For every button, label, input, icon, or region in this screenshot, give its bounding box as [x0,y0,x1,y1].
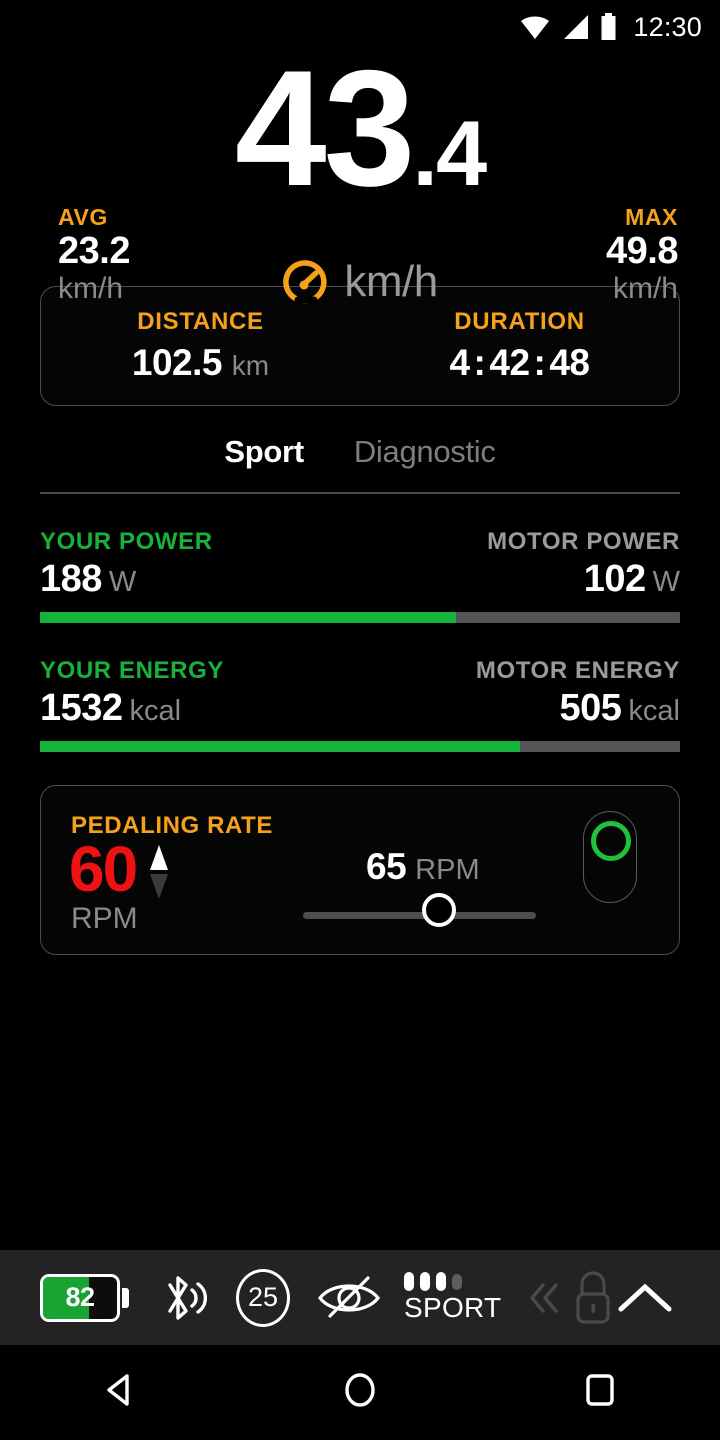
your-power-unit: W [108,565,137,598]
arrow-up-icon [150,844,169,870]
assist-pill-2 [420,1271,430,1291]
pedaling-target-unit: RPM [415,853,480,886]
chevron-up-icon [618,1283,672,1311]
nav-home-button[interactable] [338,1368,382,1417]
android-nav-bar [0,1345,720,1440]
back-triangle-icon [107,1374,129,1406]
speed-unit-label: km/h [344,257,438,306]
assist-level-button[interactable]: SPORT [404,1271,502,1324]
cellular-signal-icon [564,15,589,39]
distance-value: 102.5 [131,342,223,383]
light-off-icon[interactable] [316,1272,382,1324]
battery-status-button[interactable]: 82 [40,1273,129,1322]
duration-minutes: 42 [489,342,530,383]
pedaling-trend-arrows [148,844,170,900]
speed-limit-button[interactable]: 25 [236,1268,290,1327]
duration-separator-2: : [533,342,546,383]
tab-diagnostic[interactable]: Diagnostic [354,434,496,470]
led-ring [591,820,631,861]
led-indicator-icon[interactable] [583,810,637,903]
pedaling-current-value: 60 [69,832,138,905]
your-power-value-group: 188 W [40,558,136,601]
current-speed-integer: 43 [234,36,416,220]
motor-power-value: 102 [583,557,646,600]
distance-label: DISTANCE [137,308,264,335]
speed-limit-value: 25 [247,1282,279,1312]
pedaling-rate-panel: PEDALING RATE 60 RPM 65 RPM [40,784,680,955]
arrow-down-icon [150,873,169,899]
energy-balance-bar [40,740,680,752]
duration-hours: 4 [449,342,470,383]
assist-pill-1 [404,1271,414,1291]
energy-metric-row: YOUR ENERGY MOTOR ENERGY 1532 kcal 505 kca… [40,623,680,752]
distance-unit: km [231,350,270,381]
duration-value-row: 4:42:48 [449,342,590,384]
ebike-dashboard-screen: 12:30 43.4 AVG 23.2 km/h MAX 49.8 km/h k… [0,0,720,1440]
duration-label: DURATION [454,308,585,335]
speed-hero: 43.4 AVG 23.2 km/h MAX 49.8 km/h km/h [0,46,720,307]
power-values: 188 W 102 W [40,558,680,601]
assist-pill-4 [452,1273,462,1290]
status-bar-clock: 12:30 [633,11,702,42]
your-energy-unit: kcal [129,694,182,727]
battery-percent-label: 82 [65,1282,95,1312]
power-balance-bar-fill [40,611,456,623]
battery-icon [601,13,616,40]
distance-value-row: 102.5 km [132,342,269,384]
max-speed-label: MAX [625,204,678,230]
bottom-toolbar: 82 25 SPORT [0,1250,720,1345]
walk-assist-icon [530,1282,559,1313]
lock-button[interactable] [527,1267,617,1329]
slider-track [303,911,536,919]
motor-power-label: MOTOR POWER [487,527,680,555]
bluetooth-audio-icon[interactable] [158,1270,210,1326]
duration-separator-1: : [473,342,486,383]
power-metric-row: YOUR POWER MOTOR POWER 188 W 102 W [40,494,680,623]
slider-thumb[interactable] [422,892,457,927]
power-headings: YOUR POWER MOTOR POWER [40,528,680,556]
your-power-value: 188 [40,557,102,600]
motor-energy-label: MOTOR ENERGY [475,656,680,684]
motor-energy-value: 505 [559,686,622,729]
wifi-icon [521,16,550,39]
assist-pill-3 [436,1271,446,1291]
pedaling-target-group: 65 RPM [366,846,480,888]
motor-energy-value-group: 505 kcal [560,687,680,730]
energy-values: 1532 kcal 505 kcal [40,687,680,730]
current-speed: 43.4 [0,46,720,211]
nav-back-button[interactable] [98,1368,142,1417]
your-power-label: YOUR POWER [40,527,213,555]
pedaling-current-unit: RPM [71,901,138,935]
your-energy-value: 1532 [40,686,123,729]
assist-mode-label: SPORT [404,1291,502,1323]
speed-unit-row: km/h [0,257,720,307]
your-energy-value-group: 1532 kcal [40,687,181,730]
tab-sport[interactable]: Sport [224,434,304,470]
energy-balance-bar-fill [40,740,520,752]
lock-icon [576,1270,611,1324]
battery-cap [122,1287,129,1308]
battery-gauge-icon: 82 [40,1273,120,1322]
current-speed-decimal: .4 [412,103,487,205]
motor-power-value-group: 102 W [584,558,680,601]
energy-headings: YOUR ENERGY MOTOR ENERGY [40,657,680,685]
home-circle-icon [345,1373,375,1407]
assist-level-indicator [404,1271,462,1291]
tab-bar: Sport Diagnostic [0,434,720,492]
speed-limit-icon: 25 [236,1268,290,1327]
motor-energy-unit: kcal [628,694,680,727]
pedaling-target-slider[interactable] [303,892,536,927]
duration-seconds: 48 [549,342,590,383]
avg-speed-label: AVG [58,204,108,230]
motor-power-unit: W [652,565,680,598]
expand-panel-button[interactable] [617,1280,673,1316]
pedaling-target-value: 65 [366,845,407,887]
nav-recents-button[interactable] [578,1368,622,1417]
speedometer-icon [283,260,327,304]
pedaling-current-group: 60 [69,832,170,905]
recents-square-icon [586,1374,614,1406]
power-balance-bar [40,611,680,623]
your-energy-label: YOUR ENERGY [40,656,224,684]
